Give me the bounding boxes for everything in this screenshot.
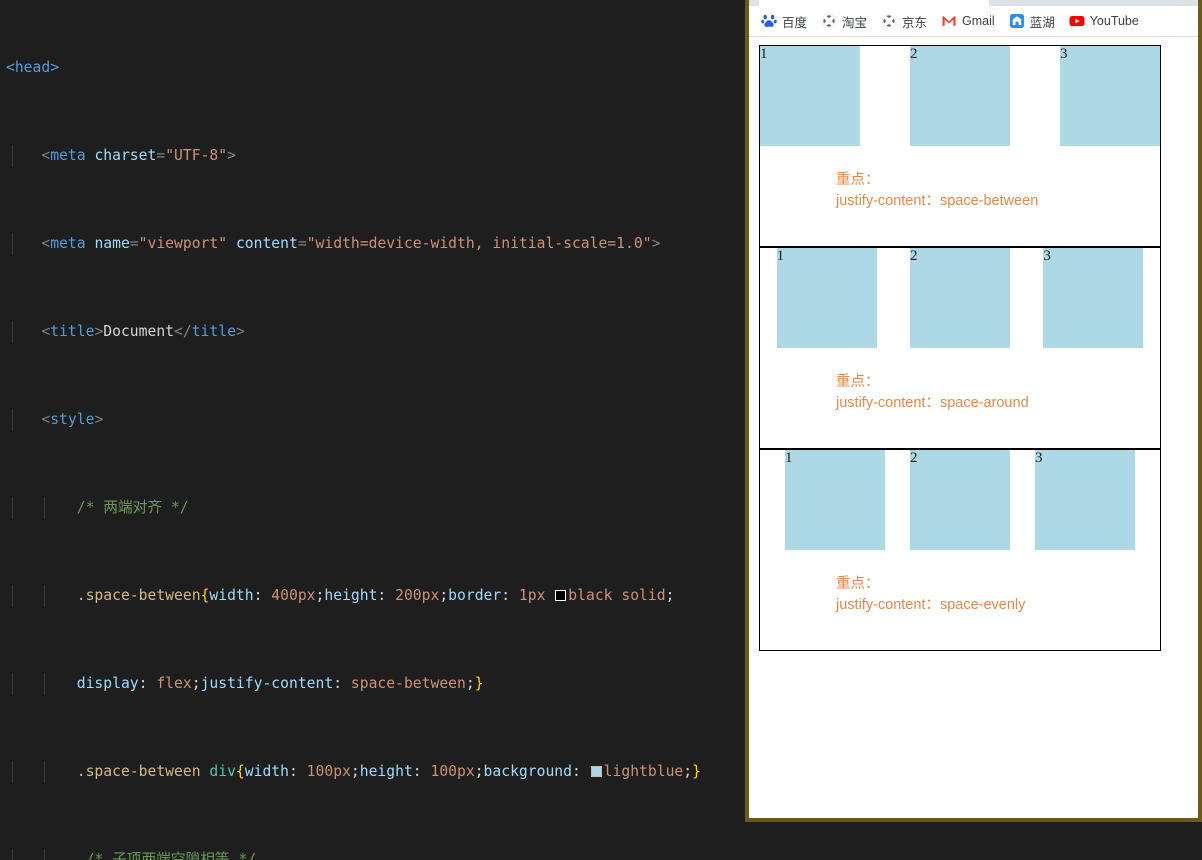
token-val: 200px (395, 587, 440, 604)
color-swatch-lightblue (590, 766, 602, 777)
token-prop: display (76, 675, 139, 692)
bookmark-youtube[interactable]: YouTube (1063, 10, 1145, 32)
flex-item: 1 (760, 46, 860, 146)
code-line[interactable]: <head> (0, 57, 748, 79)
token-comment: /* 子项两端空隙相等 */ (85, 851, 257, 860)
token-prop: justify-content (200, 675, 334, 692)
annotation-label: 重点： (836, 576, 880, 592)
annotation-value: justify-content：space-around (836, 395, 1029, 411)
bookmark-lanhu[interactable]: 蓝湖 (1003, 9, 1061, 34)
bookmark-baidu[interactable]: 百度 (755, 9, 813, 34)
token-attr: name (94, 235, 130, 252)
bookmark-label: Gmail (962, 14, 995, 28)
baidu-icon (761, 14, 777, 27)
token-val: lightblue (603, 763, 684, 780)
flex-item: 1 (776, 248, 877, 348)
token-selector-div: div (209, 763, 236, 780)
token-prop: width (244, 763, 289, 780)
flex-item: 2 (909, 248, 1010, 348)
page-viewport[interactable]: 1 2 3 重点： justify-content：space-between 1… (749, 37, 1198, 817)
token-string: "width=device-width, initial-scale=1.0" (306, 235, 652, 252)
code-line[interactable]: <meta name="viewport" content="width=dev… (0, 233, 748, 255)
code-line[interactable]: <style> (0, 409, 748, 431)
code-line[interactable]: .space-between div{width: 100px;height: … (0, 761, 748, 783)
bookmark-taobao[interactable]: 淘宝 (815, 9, 873, 34)
token-string: "UTF-8" (165, 147, 228, 164)
bookmark-label: YouTube (1089, 14, 1139, 28)
bookmark-label: 淘宝 (842, 15, 868, 30)
token-comment: /* 两端对齐 */ (76, 499, 189, 516)
browser-tab-strip[interactable] (749, 0, 1198, 10)
token-val: 100px (306, 763, 351, 780)
token-val: space-between (350, 675, 466, 692)
code-line[interactable]: <<title>title>Document</title> (0, 321, 748, 343)
token-prop: width (209, 587, 254, 604)
annotation-value: justify-content：space-evenly (836, 597, 1026, 613)
code-line[interactable]: .space-between{width: 400px;height: 200p… (0, 585, 748, 607)
bookmarks-bar[interactable]: 百度 淘宝 京东 Gmail 蓝湖 YouTube (749, 6, 1198, 37)
flex-demo-space-around: 1 2 3 重点： justify-content：space-around (759, 247, 1161, 449)
gmail-icon (942, 16, 956, 26)
token-attr: charset (94, 147, 157, 164)
token-val: 100px (430, 763, 475, 780)
code-line[interactable]: /* 两端对齐 */ (0, 497, 748, 519)
taobao-icon (822, 14, 837, 28)
bookmark-label: 京东 (902, 15, 928, 30)
token-val: black (568, 587, 613, 604)
screen: <head> <meta charset="UTF-8"> <meta name… (0, 0, 1202, 860)
annotation-label: 重点： (836, 374, 880, 390)
code-editor[interactable]: <head> <meta charset="UTF-8"> <meta name… (0, 0, 748, 860)
token-val: flex (156, 675, 192, 692)
token-tag: meta (50, 147, 86, 164)
code-content[interactable]: <head> <meta charset="UTF-8"> <meta name… (0, 0, 748, 860)
token-prop: height (324, 587, 378, 604)
lanhu-icon (1009, 14, 1024, 28)
flex-item: 2 (910, 46, 1010, 146)
browser-window[interactable]: 百度 淘宝 京东 Gmail 蓝湖 YouTube 1 2 3 重点： just… (745, 0, 1202, 822)
bookmark-label: 百度 (782, 15, 808, 30)
flex-demo-space-evenly: 1 2 3 重点： justify-content：space-evenly (759, 449, 1161, 651)
token-string: "viewport" (138, 235, 228, 252)
token-prop: height (359, 763, 413, 780)
code-line[interactable]: <meta charset="UTF-8"> (0, 145, 748, 167)
annotation-value: justify-content：space-between (836, 193, 1039, 209)
jd-icon (882, 14, 897, 28)
flex-demo-space-between: 1 2 3 重点： justify-content：space-between (759, 45, 1161, 247)
flex-item: 1 (785, 450, 885, 550)
flex-item: 3 (1043, 248, 1144, 348)
code-line[interactable]: display: flex;justify-content: space-bet… (0, 673, 748, 695)
token-attr: content (235, 235, 298, 252)
youtube-icon (1069, 16, 1085, 26)
token-selector: .space-between (76, 587, 201, 604)
token-text: Document (103, 323, 175, 340)
bookmark-label: 蓝湖 (1029, 15, 1055, 30)
color-swatch-black (555, 590, 567, 601)
flex-item: 2 (910, 450, 1010, 550)
token-prop: background (483, 763, 572, 780)
code-line[interactable]: /* 子项两端空隙相等 */ (0, 849, 748, 860)
token-val: 1px (518, 587, 546, 604)
flex-item: 3 (1060, 46, 1160, 146)
annotation-space-around: 重点： justify-content：space-around (836, 372, 1029, 414)
token-val: solid (621, 587, 666, 604)
token-val: 400px (271, 587, 316, 604)
token-tag: <head> (6, 59, 60, 76)
browser-tab[interactable] (759, 0, 989, 10)
annotation-label: 重点： (836, 172, 880, 188)
flex-item: 3 (1035, 450, 1135, 550)
annotation-space-between: 重点： justify-content：space-between (836, 170, 1038, 212)
token-selector: .space-between (76, 763, 201, 780)
bookmark-jd[interactable]: 京东 (875, 9, 933, 34)
bookmark-gmail[interactable]: Gmail (935, 10, 1001, 32)
token-tag: meta (50, 235, 86, 252)
annotation-space-evenly: 重点： justify-content：space-evenly (836, 574, 1025, 616)
token-prop: border (448, 587, 502, 604)
